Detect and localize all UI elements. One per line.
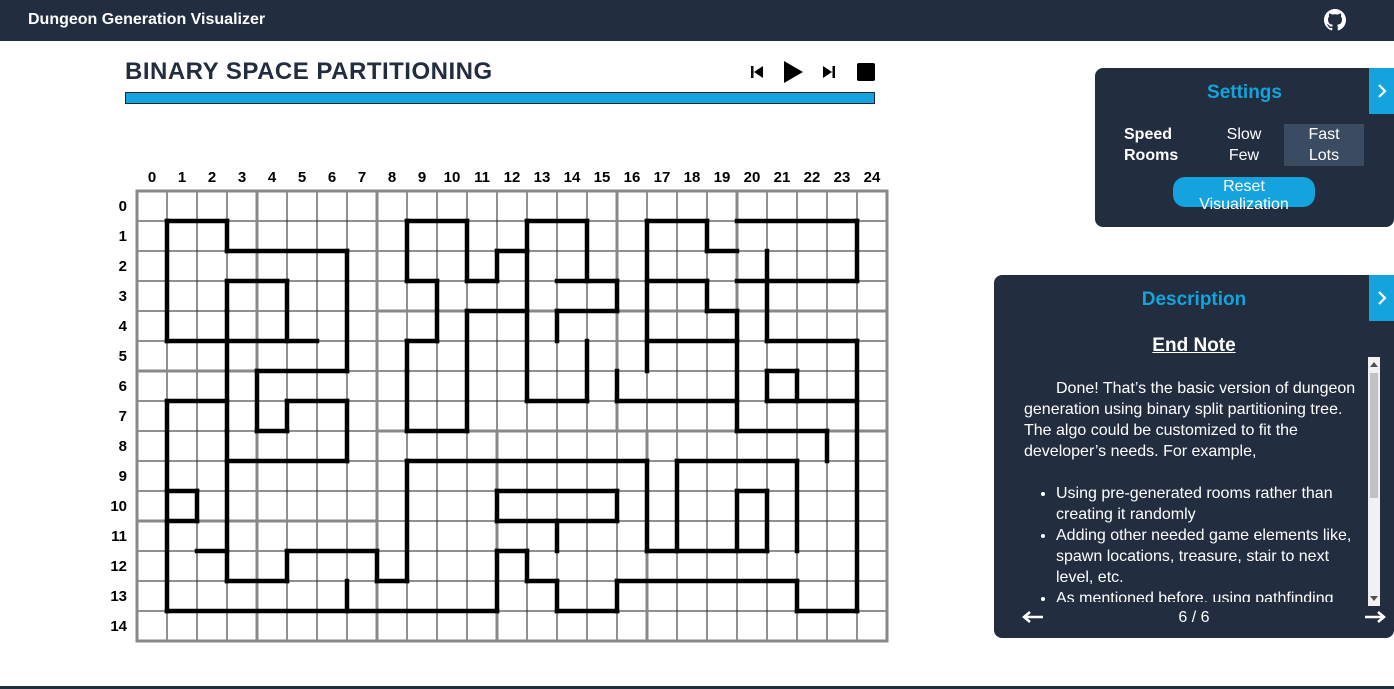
column-label: 5 — [298, 169, 306, 186]
scroll-up-icon[interactable] — [1370, 362, 1378, 367]
grid-cells — [137, 191, 887, 641]
rooms-label: Rooms — [1124, 147, 1179, 164]
dungeon-walls — [164, 218, 860, 614]
chevron-right-icon — [1377, 291, 1387, 305]
algorithm-title: BINARY SPACE PARTITIONING — [125, 58, 493, 85]
navbar: Dungeon Generation Visualizer — [0, 0, 1394, 41]
row-label: 6 — [119, 378, 127, 395]
row-label: 13 — [110, 588, 127, 605]
column-label: 19 — [714, 169, 731, 186]
reset-visualization-button[interactable]: Reset Visualization — [1173, 177, 1315, 213]
column-label: 3 — [238, 169, 246, 186]
description-toggle-button[interactable] — [1369, 275, 1394, 321]
speed-option-fast: Fast — [1308, 126, 1340, 143]
column-label: 15 — [594, 169, 611, 186]
description-paragraph: Done! That’s the basic version of dungeo… — [1024, 380, 1356, 460]
column-label: 14 — [564, 169, 581, 186]
column-label: 1 — [178, 169, 186, 186]
grid-background — [137, 191, 887, 641]
description-panel: Description End Note Done! That’s the ba… — [994, 275, 1394, 638]
column-label: 11 — [474, 169, 490, 186]
row-label: 1 — [119, 228, 127, 245]
settings-title: Settings — [1207, 82, 1282, 103]
column-label: 18 — [684, 169, 701, 186]
column-label: 21 — [774, 169, 791, 186]
column-label: 0 — [148, 169, 156, 186]
description-heading: End Note — [1152, 335, 1236, 356]
column-label: 13 — [534, 169, 551, 186]
row-label: 12 — [110, 558, 127, 575]
axis-labels: 0 1 2 3 4 5 6 7 8 9 10 11 12 13 14 15 16 17 18 19 20 21 22 23 24… — [110, 169, 881, 635]
description-title: Description — [1141, 289, 1247, 310]
speed-option-slow: Slow — [1226, 126, 1262, 143]
column-label: 10 — [444, 169, 461, 186]
row-label: 3 — [119, 288, 127, 305]
column-label: 16 — [624, 169, 641, 186]
settings-toggle-button[interactable] — [1369, 68, 1394, 114]
column-label: 23 — [834, 169, 851, 186]
grid-border — [135, 189, 889, 643]
row-label: 9 — [119, 468, 127, 485]
row-label: 8 — [119, 438, 127, 455]
rooms-option-lots: Lots — [1308, 147, 1340, 164]
rooms-option-few: Few — [1228, 147, 1260, 164]
column-label: 24 — [864, 169, 881, 186]
list-item: As mentioned before, using pathfinding — [1056, 588, 1364, 602]
speed-rooms-option-slow-few[interactable]: Slow Few — [1204, 124, 1284, 166]
settings-panel: Settings Speed Rooms Slow Few Fast Lots … — [1095, 68, 1394, 227]
progress-bar — [125, 92, 875, 104]
next-page-arrow-icon[interactable] — [1364, 609, 1386, 625]
progress-bar-fill — [126, 93, 874, 103]
description-scrollbar[interactable] — [1368, 357, 1380, 606]
stop-icon[interactable] — [856, 60, 876, 84]
list-item: Using pre-generated rooms rather than cr… — [1056, 483, 1364, 525]
description-content[interactable]: Done! That’s the basic version of dungeo… — [1024, 378, 1364, 602]
column-label: 20 — [744, 169, 761, 186]
scroll-down-icon[interactable] — [1370, 596, 1378, 601]
partition-lines — [137, 191, 887, 641]
play-icon[interactable] — [782, 60, 804, 84]
row-label: 7 — [119, 408, 127, 425]
grid-border-rect — [135, 189, 889, 643]
row-label: 5 — [119, 348, 127, 365]
row-label: 10 — [110, 498, 127, 515]
row-label: 14 — [110, 618, 127, 635]
speed-rooms-option-fast-lots[interactable]: Fast Lots — [1284, 124, 1364, 166]
speed-label: Speed — [1124, 126, 1173, 143]
list-item: Adding other needed game elements like, … — [1056, 525, 1364, 588]
column-label: 4 — [268, 169, 277, 186]
description-list: Using pre-generated rooms rather than cr… — [1024, 483, 1364, 602]
column-label: 9 — [418, 169, 426, 186]
chevron-right-icon — [1377, 84, 1387, 98]
column-label: 6 — [328, 169, 336, 186]
step-back-icon[interactable] — [750, 60, 764, 84]
column-label: 17 — [654, 169, 671, 186]
page-indicator: 6 / 6 — [1178, 609, 1210, 626]
step-forward-icon[interactable] — [822, 60, 836, 84]
row-label: 0 — [119, 198, 127, 215]
row-label: 4 — [119, 318, 128, 335]
row-label: 2 — [119, 258, 127, 275]
app-title: Dungeon Generation Visualizer — [28, 11, 266, 28]
column-label: 22 — [804, 169, 821, 186]
github-icon[interactable] — [1324, 9, 1346, 31]
row-label: 11 — [111, 528, 127, 545]
scrollbar-thumb[interactable] — [1370, 373, 1378, 498]
column-label: 2 — [208, 169, 216, 186]
column-label: 7 — [358, 169, 366, 186]
column-label: 12 — [504, 169, 521, 186]
column-label: 8 — [388, 169, 396, 186]
